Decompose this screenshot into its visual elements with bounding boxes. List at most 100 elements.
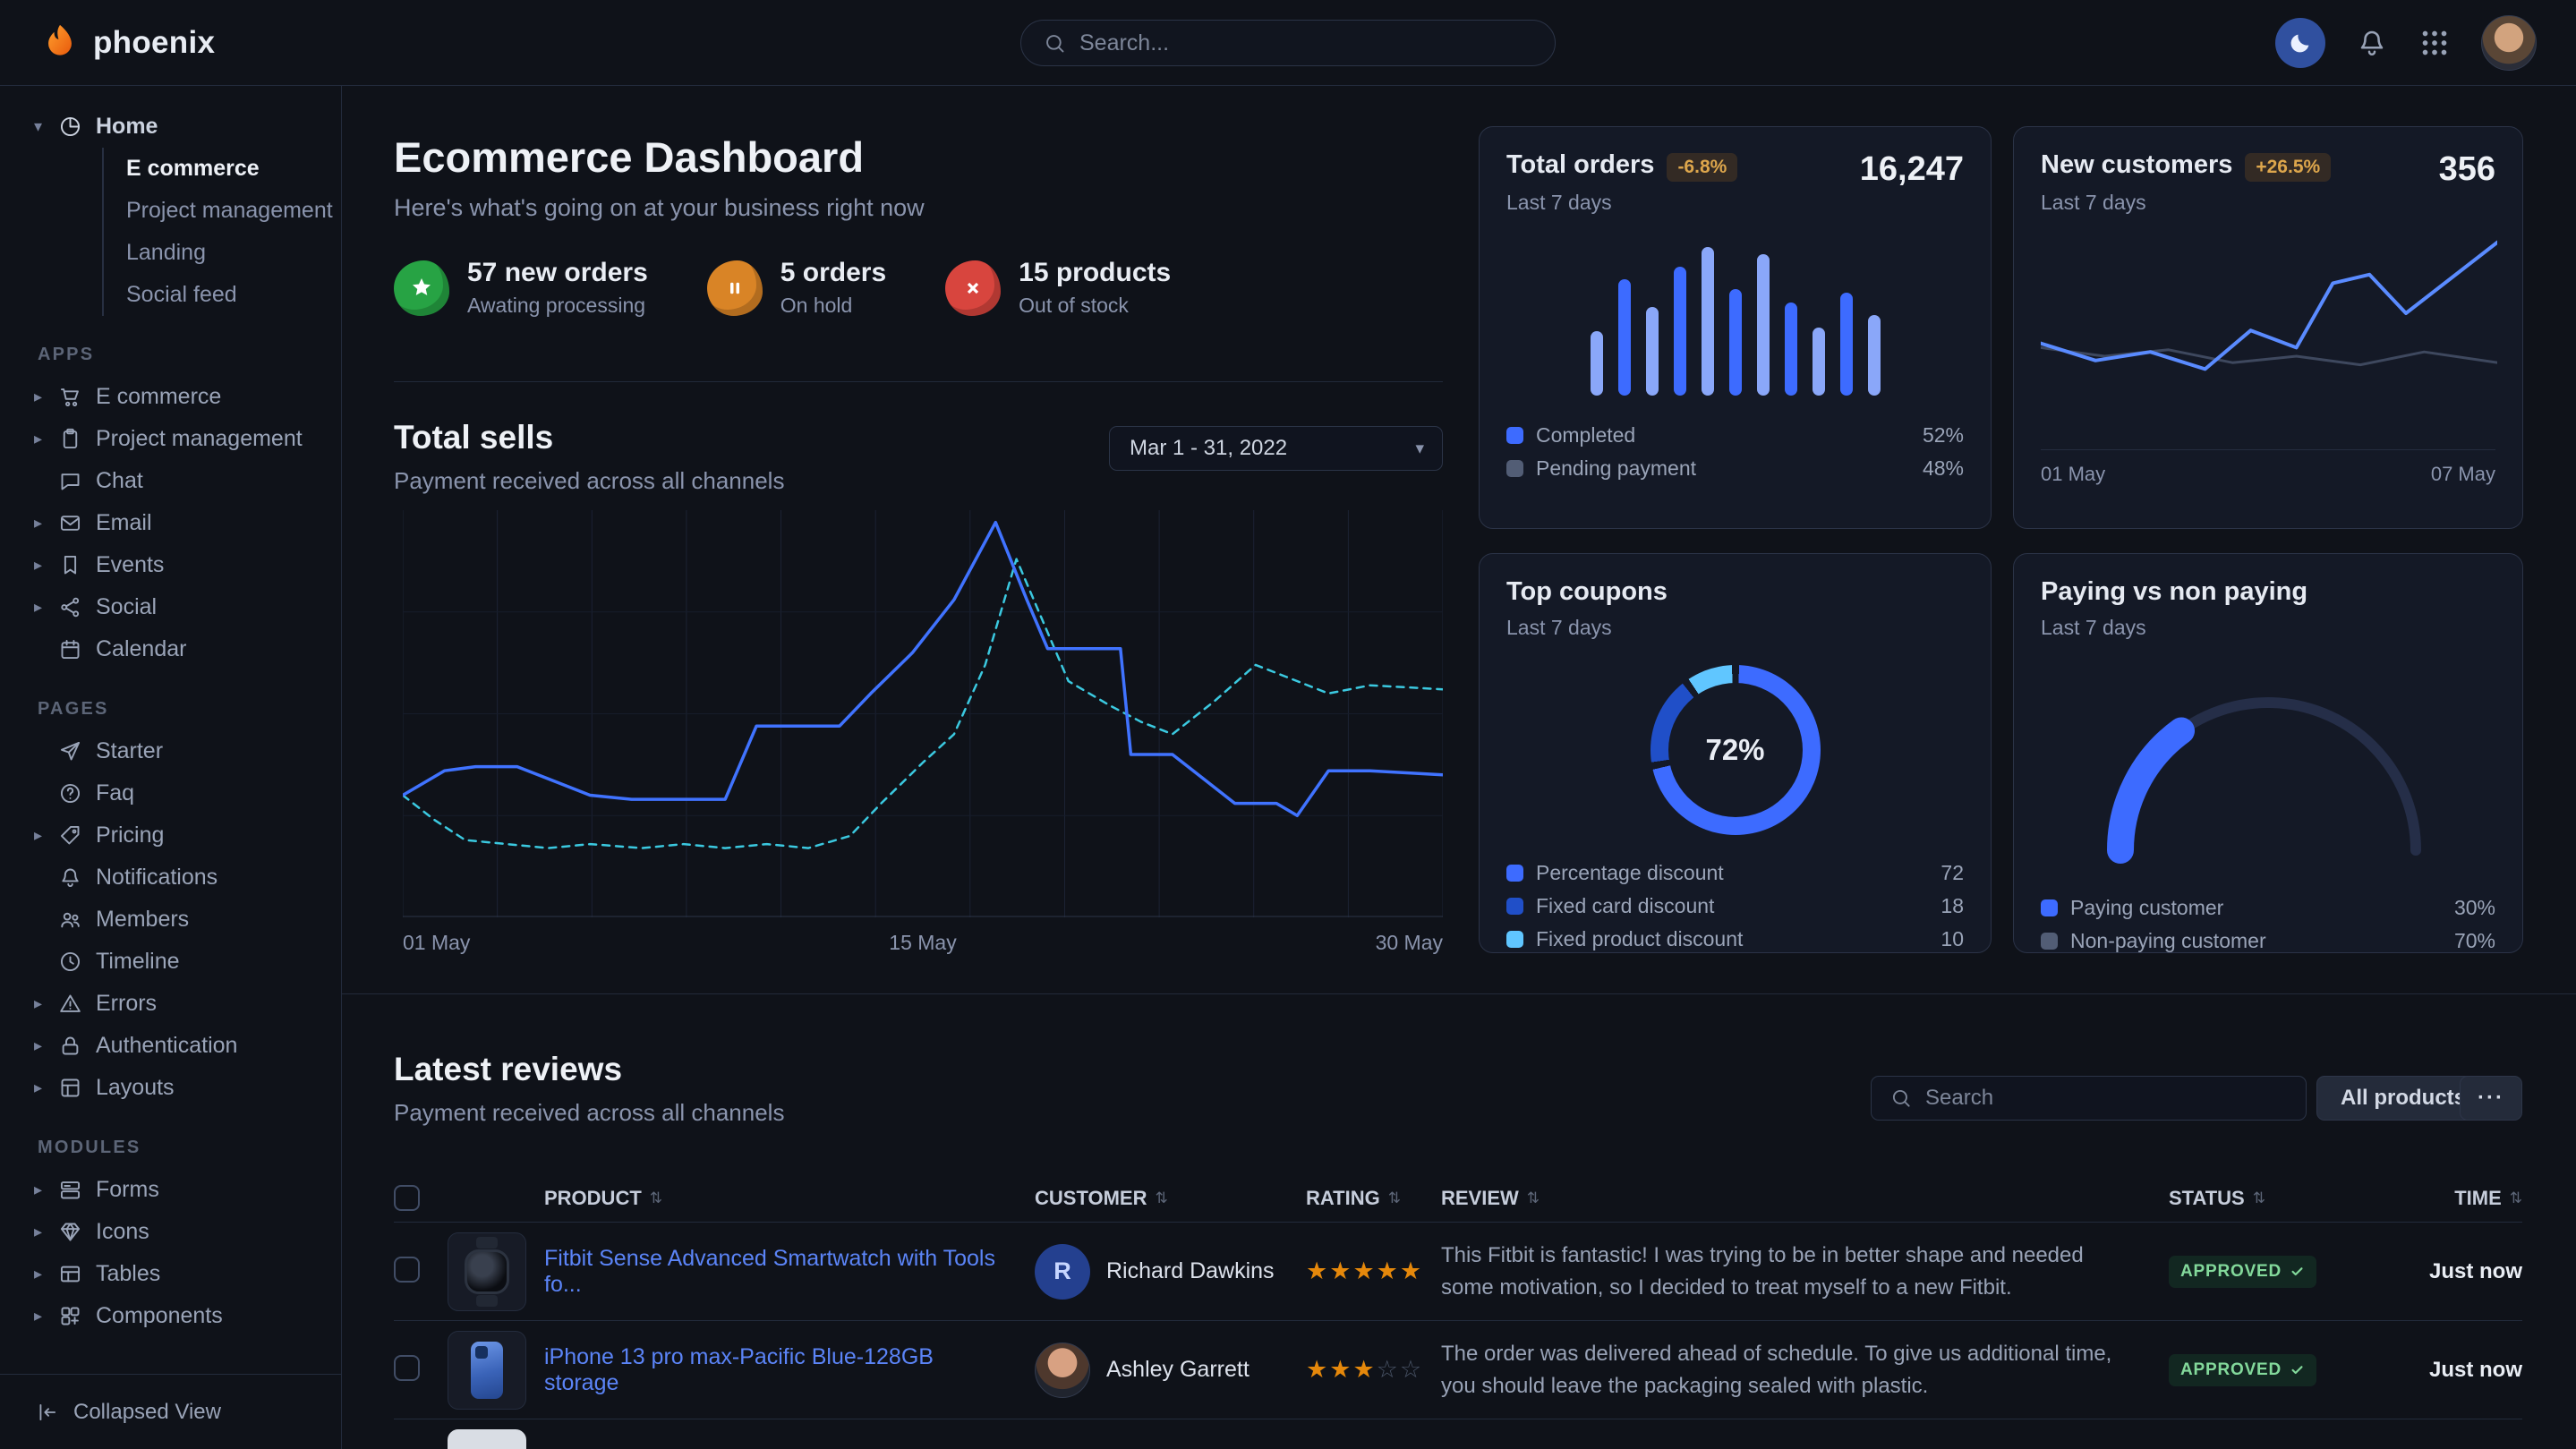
review-text: This Fitbit is fantastic! I was trying t… xyxy=(1441,1240,2169,1304)
card-period: Last 7 days xyxy=(2041,191,2331,215)
sidebar-subitem-project-management[interactable]: Project management xyxy=(104,190,341,232)
legend-swatch xyxy=(1506,460,1523,477)
legend-item: Fixed product discount10 xyxy=(1506,923,1964,956)
more-options-button[interactable]: ··· xyxy=(2460,1076,2522,1121)
sidebar-item-chat[interactable]: Chat xyxy=(0,460,341,502)
search-icon xyxy=(1043,31,1067,55)
sidebar-item-e-commerce[interactable]: ▸E commerce xyxy=(0,376,341,418)
sidebar-item-layouts[interactable]: ▸Layouts xyxy=(0,1067,341,1109)
sort-icon[interactable]: ⇅ xyxy=(1388,1189,1401,1207)
sidebar-item-home[interactable]: ▾Home xyxy=(0,106,341,148)
card-period: Last 7 days xyxy=(1506,191,1737,215)
column-header-rating[interactable]: RATING⇅ xyxy=(1306,1187,1441,1210)
order-bar xyxy=(1840,293,1853,396)
total-orders-card: Total orders-6.8% Last 7 days 16,247 Com… xyxy=(1479,126,1992,529)
caret-icon: ▸ xyxy=(34,430,58,448)
product-link[interactable]: Fitbit Sense Advanced Smartwatch with To… xyxy=(544,1246,1035,1298)
column-header-status[interactable]: STATUS⇅ xyxy=(2169,1187,2387,1210)
column-header-customer[interactable]: CUSTOMER⇅ xyxy=(1035,1187,1306,1210)
sort-icon[interactable]: ⇅ xyxy=(2253,1189,2265,1207)
review-table-row: Fitbit Sense Advanced Smartwatch with To… xyxy=(394,1223,2522,1321)
collapse-sidebar-button[interactable]: Collapsed View xyxy=(0,1374,341,1449)
sidebar-item-label: Timeline xyxy=(96,949,180,975)
stat-value: 57 new orders xyxy=(467,258,648,288)
review-time: Just now xyxy=(2387,1259,2522,1284)
sort-icon[interactable]: ⇅ xyxy=(650,1189,662,1207)
bell-icon xyxy=(2356,27,2388,59)
legend-label: Pending payment xyxy=(1536,456,1696,481)
sidebar-item-project-management[interactable]: ▸Project management xyxy=(0,418,341,460)
send-icon xyxy=(58,739,82,763)
user-avatar[interactable] xyxy=(2481,15,2537,71)
order-bar xyxy=(1868,315,1881,396)
collapse-label: Collapsed View xyxy=(73,1400,221,1425)
sidebar-item-label: E commerce xyxy=(96,384,221,410)
sort-icon[interactable]: ⇅ xyxy=(1527,1189,1540,1207)
new-customers-card: New customers+26.5% Last 7 days 356 01 M… xyxy=(2013,126,2523,529)
column-header-time[interactable]: TIME⇅ xyxy=(2387,1187,2522,1210)
pie-icon xyxy=(58,115,82,139)
sidebar-subitem-social-feed[interactable]: Social feed xyxy=(104,274,341,316)
reviews-search-input[interactable] xyxy=(1925,1086,2288,1111)
star-icon: ☆ xyxy=(1400,1356,1423,1383)
order-bar xyxy=(1757,254,1770,396)
stat-value: 15 products xyxy=(1019,258,1171,288)
sidebar-subitem-landing[interactable]: Landing xyxy=(104,232,341,274)
row-checkbox[interactable] xyxy=(394,1257,420,1283)
sidebar-item-label: Calendar xyxy=(96,636,186,662)
total-sells-chart xyxy=(403,510,1443,917)
watch-product-image xyxy=(465,1249,509,1294)
total-orders-value: 16,247 xyxy=(1860,150,1964,189)
sidebar-item-starter[interactable]: Starter xyxy=(0,730,341,772)
sidebar-item-events[interactable]: ▸Events xyxy=(0,544,341,586)
star-icon: ★ xyxy=(1306,1257,1329,1284)
sort-icon[interactable]: ⇅ xyxy=(1156,1189,1168,1207)
sidebar-item-label: Faq xyxy=(96,780,134,806)
sidebar-item-calendar[interactable]: Calendar xyxy=(0,628,341,670)
sidebar-item-icons[interactable]: ▸Icons xyxy=(0,1211,341,1253)
page-subtitle: Here's what's going on at your business … xyxy=(394,194,925,222)
total-sells-subtitle: Payment received across all channels xyxy=(394,467,784,495)
customer-name: Ashley Garrett xyxy=(1106,1357,1250,1383)
sidebar-item-components[interactable]: ▸Components xyxy=(0,1295,341,1337)
order-stats-row: 57 new ordersAwating processing5 ordersO… xyxy=(394,258,1171,318)
legend-value: 70% xyxy=(2454,929,2495,953)
stat-sublabel: Out of stock xyxy=(1019,294,1171,318)
sidebar-item-label: Pricing xyxy=(96,823,164,848)
stat-on-hold: 5 ordersOn hold xyxy=(707,258,886,318)
sidebar-item-email[interactable]: ▸Email xyxy=(0,502,341,544)
phoenix-logo-icon xyxy=(39,22,81,64)
sidebar-item-members[interactable]: Members xyxy=(0,899,341,941)
row-checkbox[interactable] xyxy=(394,1355,420,1381)
sidebar-item-tables[interactable]: ▸Tables xyxy=(0,1253,341,1295)
sidebar-item-label: Events xyxy=(96,552,164,578)
sidebar-item-errors[interactable]: ▸Errors xyxy=(0,983,341,1025)
status-badge: APPROVED xyxy=(2169,1354,2316,1386)
date-range-select[interactable]: Mar 1 - 31, 2022 ▾ xyxy=(1109,426,1443,471)
sidebar-item-pricing[interactable]: ▸Pricing xyxy=(0,814,341,857)
new-customers-value: 356 xyxy=(2439,150,2495,189)
puzzle-icon xyxy=(58,1304,82,1328)
product-link[interactable]: iPhone 13 pro max-Pacific Blue-128GB sto… xyxy=(544,1344,1035,1396)
sidebar-item-faq[interactable]: Faq xyxy=(0,772,341,814)
theme-toggle-button[interactable] xyxy=(2275,18,2325,68)
sidebar-item-label: Chat xyxy=(96,468,143,494)
change-badge: -6.8% xyxy=(1667,153,1737,182)
customer-avatar xyxy=(1035,1342,1090,1398)
sort-icon[interactable]: ⇅ xyxy=(2510,1189,2522,1207)
notifications-button[interactable] xyxy=(2356,27,2388,59)
column-header-review[interactable]: REVIEW⇅ xyxy=(1441,1187,2169,1210)
sidebar-subitem-e-commerce[interactable]: E commerce xyxy=(104,148,341,190)
legend-value: 52% xyxy=(1923,423,1964,447)
brand[interactable]: phoenix xyxy=(39,22,215,64)
column-header-product[interactable]: PRODUCT⇅ xyxy=(544,1187,1035,1210)
sidebar-item-authentication[interactable]: ▸Authentication xyxy=(0,1025,341,1067)
apps-grid-button[interactable] xyxy=(2418,27,2451,59)
sidebar-item-social[interactable]: ▸Social xyxy=(0,586,341,628)
divider xyxy=(394,381,1443,382)
sidebar-item-forms[interactable]: ▸Forms xyxy=(0,1169,341,1211)
select-all-checkbox[interactable] xyxy=(394,1185,420,1211)
sidebar-item-notifications[interactable]: Notifications xyxy=(0,857,341,899)
sidebar-item-timeline[interactable]: Timeline xyxy=(0,941,341,983)
global-search-input[interactable] xyxy=(1079,30,1533,56)
